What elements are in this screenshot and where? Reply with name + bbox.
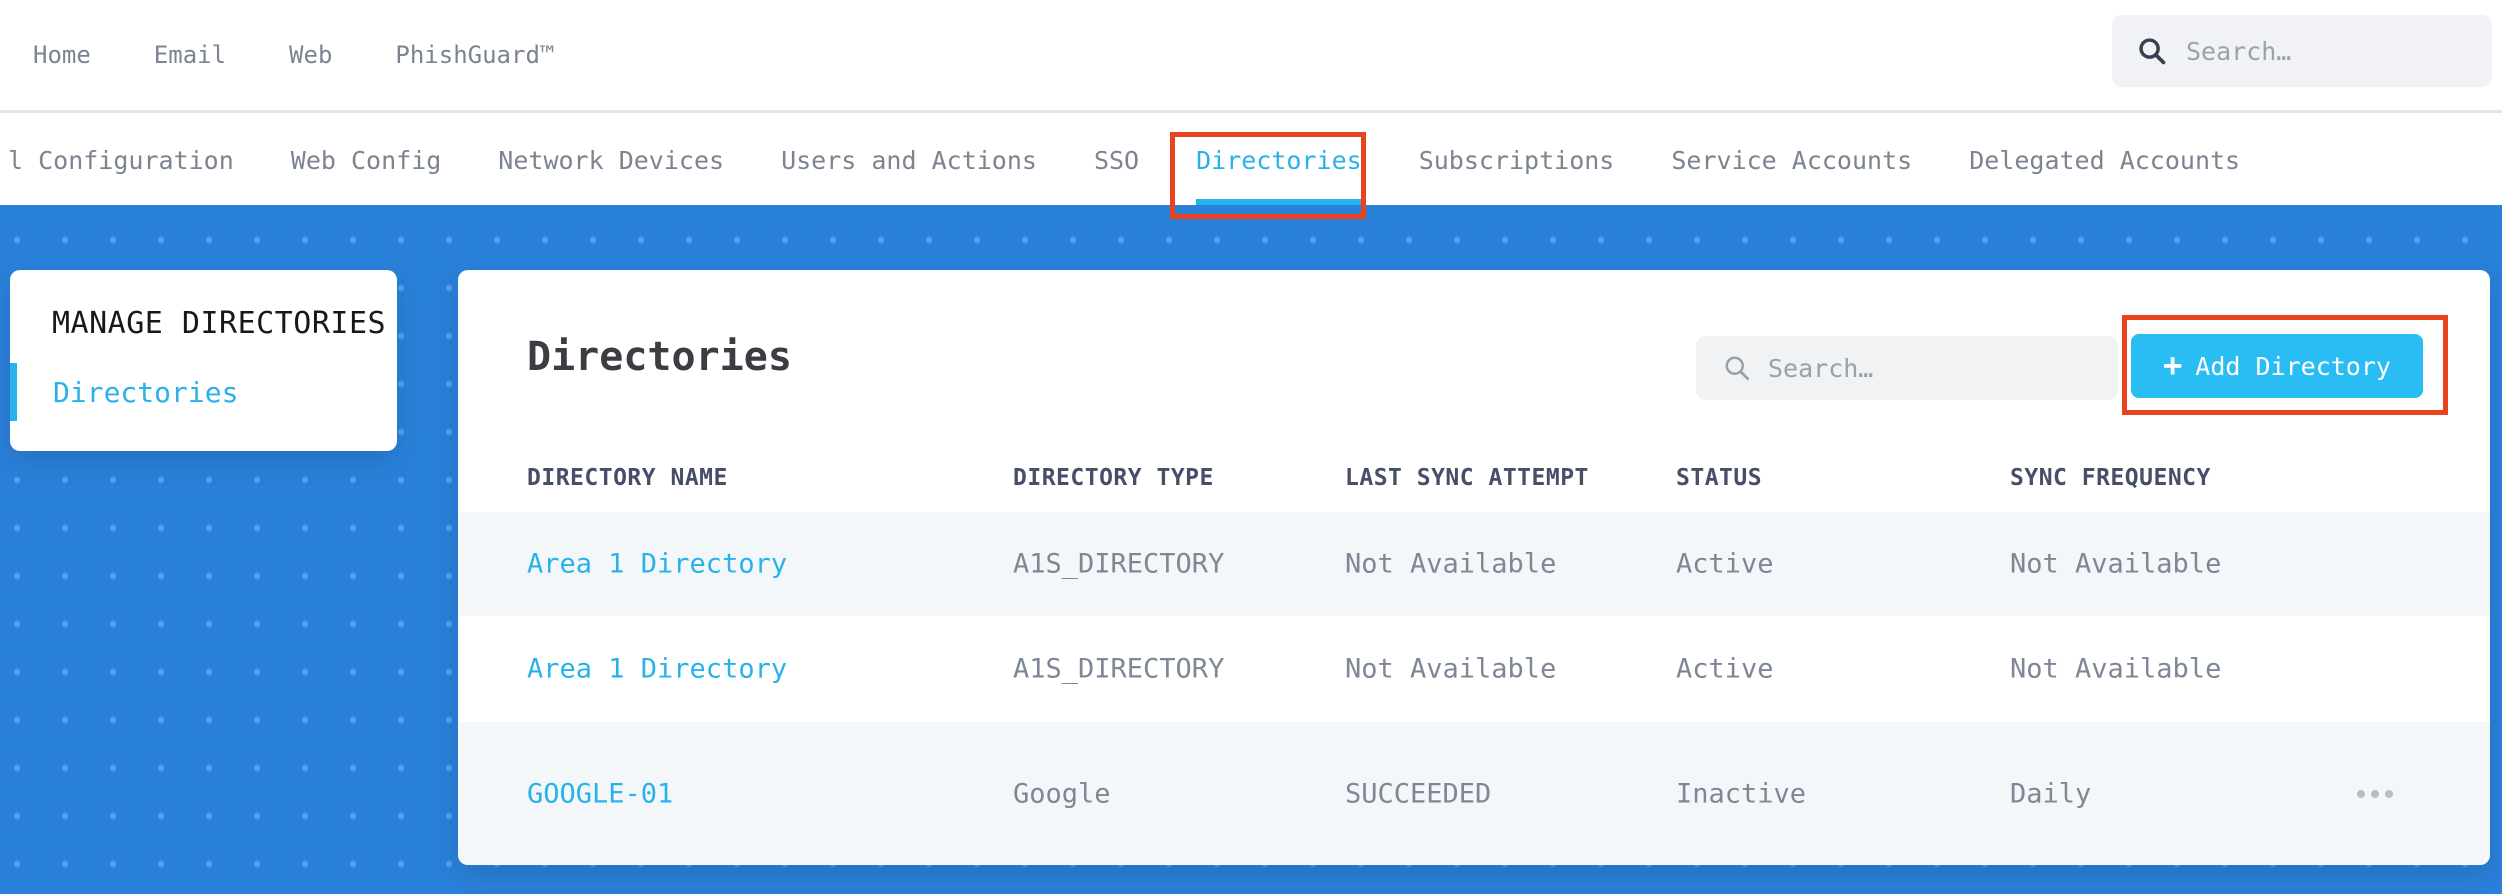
top-nav-home[interactable]: Home: [33, 41, 91, 69]
global-search-input[interactable]: [2186, 36, 2436, 66]
col-directory-name: DIRECTORY NAME: [527, 465, 728, 491]
top-nav: Home Email Web PhishGuard™: [33, 41, 554, 69]
page-title: Directories: [527, 334, 792, 380]
status-value: Active: [1676, 653, 1774, 685]
directory-type-value: A1S_DIRECTORY: [1013, 548, 1225, 580]
table-row: GOOGLE-01 Google SUCCEEDED Inactive Dail…: [458, 722, 2490, 865]
add-directory-label: Add Directory: [2195, 351, 2391, 381]
col-last-sync-attempt: LAST SYNC ATTEMPT: [1345, 465, 1589, 491]
global-search-box[interactable]: [2112, 15, 2492, 87]
last-sync-value: Not Available: [1345, 548, 1557, 580]
last-sync-value: Not Available: [1345, 653, 1557, 685]
directories-search-box[interactable]: [1696, 336, 2118, 400]
tab-delegated-accounts[interactable]: Delegated Accounts: [1969, 116, 2240, 205]
sync-frequency-value: Not Available: [2010, 548, 2222, 580]
table-header-row: DIRECTORY NAME DIRECTORY TYPE LAST SYNC …: [458, 465, 2490, 499]
tab-sso[interactable]: SSO: [1094, 116, 1139, 205]
tab-email-configuration[interactable]: l Configuration: [8, 116, 234, 205]
directory-link[interactable]: Area 1 Directory: [527, 654, 787, 685]
sidebar-active-indicator: [10, 363, 17, 421]
top-nav-phishguard[interactable]: PhishGuard™: [395, 41, 554, 69]
top-nav-email[interactable]: Email: [154, 41, 226, 69]
sync-frequency-value: Daily: [2010, 778, 2092, 809]
directory-type-value: Google: [1013, 778, 1111, 809]
sidebar-heading: MANAGE DIRECTORIES: [52, 306, 387, 341]
status-value: Active: [1676, 548, 1774, 580]
directories-panel: Directories + Add Directory DIRECTORY NA…: [458, 270, 2490, 865]
tab-network-devices[interactable]: Network Devices: [498, 116, 724, 205]
tab-web-config[interactable]: Web Config: [291, 116, 442, 205]
row-actions-menu-icon[interactable]: [2357, 789, 2393, 798]
top-nav-bar: Home Email Web PhishGuard™: [0, 0, 2502, 113]
sidebar-card: MANAGE DIRECTORIES Directories: [10, 270, 397, 451]
col-sync-frequency: SYNC FREQUENCY: [2010, 465, 2211, 491]
directory-type-value: A1S_DIRECTORY: [1013, 653, 1225, 685]
tab-service-accounts[interactable]: Service Accounts: [1671, 116, 1912, 205]
plus-icon: +: [2163, 346, 2183, 384]
last-sync-value: SUCCEEDED: [1345, 778, 1492, 809]
secondary-nav: l Configuration Web Config Network Devic…: [0, 116, 2502, 205]
col-status: STATUS: [1676, 465, 1763, 491]
status-value: Inactive: [1676, 778, 1807, 809]
search-icon: [2139, 38, 2166, 65]
col-directory-type: DIRECTORY TYPE: [1013, 465, 1214, 491]
sidebar-item-directories[interactable]: Directories: [53, 376, 238, 409]
directories-search-input[interactable]: [1768, 353, 2068, 383]
directory-link[interactable]: GOOGLE-01: [527, 778, 673, 809]
content-background: MANAGE DIRECTORIES Directories Directori…: [0, 205, 2502, 894]
tab-directories[interactable]: Directories: [1196, 116, 1362, 205]
tab-users-and-actions[interactable]: Users and Actions: [781, 116, 1037, 205]
screen: Home Email Web PhishGuard™ l Configurati…: [0, 0, 2502, 894]
sync-frequency-value: Not Available: [2010, 653, 2222, 685]
tab-subscriptions[interactable]: Subscriptions: [1419, 116, 1615, 205]
directory-link[interactable]: Area 1 Directory: [527, 549, 787, 580]
table-row: Area 1 Directory A1S_DIRECTORY Not Avail…: [458, 616, 2490, 722]
search-icon: [1725, 356, 1750, 381]
top-nav-web[interactable]: Web: [289, 41, 332, 69]
add-directory-button[interactable]: + Add Directory: [2131, 334, 2423, 398]
table-row: Area 1 Directory A1S_DIRECTORY Not Avail…: [458, 512, 2490, 616]
